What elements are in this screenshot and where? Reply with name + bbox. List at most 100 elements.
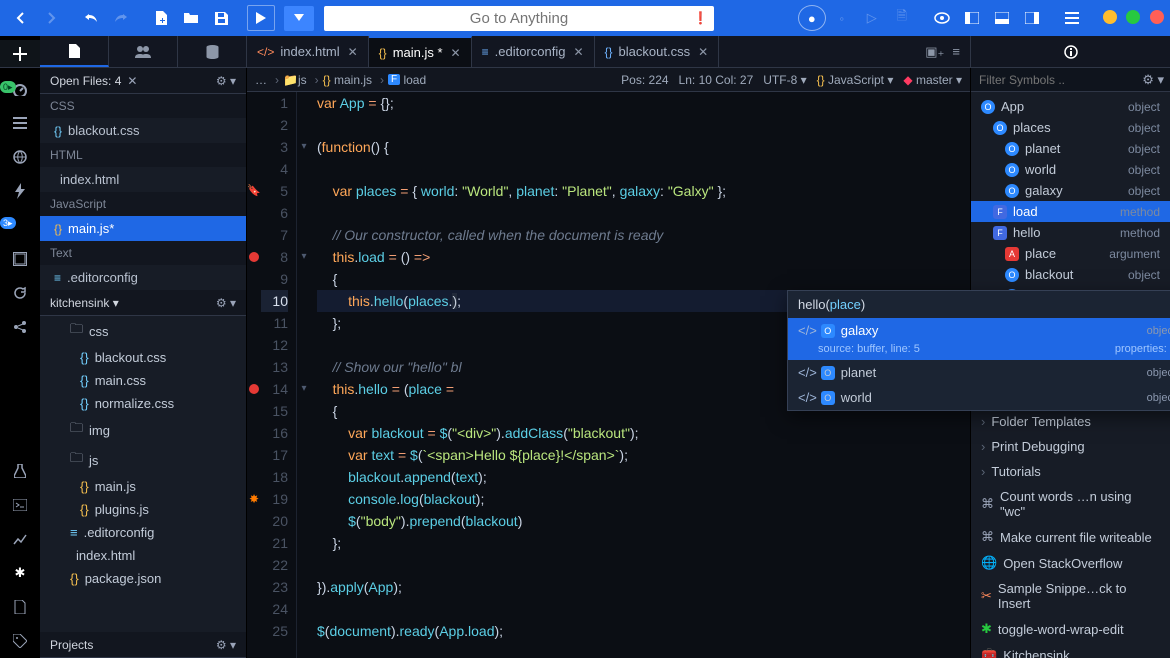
tree-folder[interactable]: 🗀css (40, 316, 246, 346)
tool-item[interactable]: 🧰Kitchensink (971, 642, 1170, 658)
close-icon[interactable]: ✕ (348, 45, 358, 59)
redo-button[interactable] (107, 5, 135, 31)
tree-file[interactable]: {}package.json (40, 567, 246, 590)
activity-dashboard[interactable]: 0▸ (0, 72, 40, 106)
goto-input[interactable] (324, 9, 714, 28)
tool-folder[interactable]: ›Tutorials (971, 459, 1170, 484)
breadcrumb[interactable]: {} main.js (323, 73, 372, 87)
tool-item[interactable]: ⌘Make current file writeable (971, 524, 1170, 550)
save-button[interactable] (207, 5, 235, 31)
gear-icon[interactable]: ⚙ ▾ (1142, 72, 1164, 88)
macro-play-button[interactable]: ▷ (858, 5, 886, 31)
status-lang[interactable]: {} JavaScript ▾ (817, 73, 894, 87)
tree-folder[interactable]: 🗀js (40, 445, 246, 475)
activity-flask[interactable] (0, 454, 40, 488)
activity-tag[interactable] (0, 624, 40, 658)
symbol-item[interactable]: Aplace argument (971, 243, 1170, 264)
projects-footer[interactable]: Projects⚙ ▾ (40, 632, 246, 658)
tab-list-button[interactable]: ≡ (952, 44, 960, 59)
open-files-header[interactable]: Open Files: 4✕ ⚙ ▾ (40, 68, 246, 94)
activity-star[interactable]: ✱ (0, 556, 40, 590)
symbols-filter-input[interactable] (977, 72, 1138, 88)
macro-save-button[interactable]: 🗎 (888, 5, 916, 31)
status-enc[interactable]: UTF-8 ▾ (763, 73, 806, 87)
symbol-item[interactable]: Oplanet object (971, 138, 1170, 159)
left-tab-users[interactable] (109, 36, 178, 67)
undo-button[interactable] (77, 5, 105, 31)
activity-problems[interactable]: 3▸ (0, 208, 40, 242)
tool-item[interactable]: ✂Sample Snippe…ck to Insert (971, 576, 1170, 616)
activity-flash[interactable] (0, 174, 40, 208)
editor-tab[interactable]: {} blackout.css ✕ (595, 36, 720, 67)
goto-anything-search[interactable]: ❗ (324, 6, 714, 31)
left-tab-files[interactable] (40, 36, 109, 67)
gear-icon[interactable]: ⚙ ▾ (216, 296, 236, 310)
tool-item[interactable]: ✱toggle-word-wrap-edit (971, 616, 1170, 642)
tree-folder[interactable]: 🗀img (40, 415, 246, 445)
close-icon[interactable]: ✕ (451, 46, 461, 60)
tree-file[interactable]: {}plugins.js (40, 498, 246, 521)
autocomplete-popup[interactable]: hello(place) </>Ogalaxy object source: b… (787, 290, 1170, 411)
symbol-item[interactable]: Oblackout object (971, 264, 1170, 285)
activity-share[interactable] (0, 310, 40, 344)
activity-globe[interactable] (0, 140, 40, 174)
close-icon[interactable]: ✕ (127, 74, 137, 88)
play-button[interactable] (247, 5, 275, 31)
activity-chart[interactable] (0, 522, 40, 556)
symbol-item[interactable]: OApp object (971, 96, 1170, 117)
open-file-item[interactable]: ≡.editorconfig (40, 265, 246, 290)
open-file-item[interactable]: {}main.js* (40, 216, 246, 241)
autocomplete-item[interactable]: </>Oplanet object (788, 360, 1170, 385)
nav-back-button[interactable] (7, 5, 35, 31)
activity-lines[interactable] (0, 106, 40, 140)
tool-folder[interactable]: ›Folder Templates (971, 409, 1170, 434)
activity-add-button[interactable] (0, 40, 40, 67)
tool-folder[interactable]: ›Print Debugging (971, 434, 1170, 459)
close-icon[interactable]: ✕ (573, 45, 583, 59)
layout-left-button[interactable] (958, 5, 986, 31)
status-branch[interactable]: ◆ master ▾ (903, 73, 962, 87)
gear-icon[interactable]: ⚙ ▾ (216, 638, 236, 652)
symbol-item[interactable]: Fload method (971, 201, 1170, 222)
tree-file[interactable]: index.html (40, 544, 246, 567)
open-file-item[interactable]: {}blackout.css (40, 118, 246, 143)
close-icon[interactable]: ✕ (698, 45, 708, 59)
tool-item[interactable]: 🌐Open StackOverflow (971, 550, 1170, 576)
project-header[interactable]: kitchensink ▾ ⚙ ▾ (40, 290, 246, 316)
minimize-button[interactable] (1103, 10, 1117, 24)
symbol-item[interactable]: Fhello method (971, 222, 1170, 243)
tree-file[interactable]: {}main.css (40, 369, 246, 392)
autocomplete-item[interactable]: </>Oworld object (788, 385, 1170, 410)
tree-file[interactable]: ≡.editorconfig (40, 521, 246, 544)
symbols-filter[interactable]: ⚙ ▾ (971, 68, 1170, 92)
tool-item[interactable]: ⌘Count words …n using "wc" (971, 484, 1170, 524)
nav-forward-button[interactable] (37, 5, 65, 31)
symbol-item[interactable]: Oplaces object (971, 117, 1170, 138)
play-config-dropdown[interactable] (284, 6, 314, 31)
macro-stop-button[interactable]: ◦ (828, 5, 856, 31)
breadcrumb[interactable]: F load (388, 73, 426, 87)
toggle-preview-button[interactable] (928, 5, 956, 31)
breadcrumb[interactable]: 📁 js (283, 73, 307, 87)
open-file-item[interactable]: index.html (40, 167, 246, 192)
gear-icon[interactable]: ⚙ ▾ (216, 74, 236, 88)
tree-file[interactable]: {}normalize.css (40, 392, 246, 415)
new-file-button[interactable] (147, 5, 175, 31)
activity-layout[interactable] (0, 242, 40, 276)
record-macro-button[interactable]: ● (798, 5, 826, 31)
autocomplete-item[interactable]: </>Ogalaxy object (788, 318, 1170, 343)
open-file-button[interactable] (177, 5, 205, 31)
symbol-item[interactable]: Oworld object (971, 159, 1170, 180)
activity-refresh[interactable] (0, 276, 40, 310)
new-split-button[interactable]: ▣₊ (925, 44, 944, 60)
symbol-item[interactable]: Ogalaxy object (971, 180, 1170, 201)
layout-right-button[interactable] (1018, 5, 1046, 31)
breadcrumb[interactable]: … (255, 73, 267, 87)
left-tab-db[interactable] (178, 36, 247, 67)
menu-button[interactable] (1058, 5, 1086, 31)
layout-bottom-button[interactable] (988, 5, 1016, 31)
activity-terminal[interactable] (0, 488, 40, 522)
editor-tab[interactable]: </> index.html ✕ (247, 36, 369, 67)
editor-tab[interactable]: ≡ .editorconfig ✕ (472, 36, 595, 67)
maximize-button[interactable] (1126, 10, 1140, 24)
